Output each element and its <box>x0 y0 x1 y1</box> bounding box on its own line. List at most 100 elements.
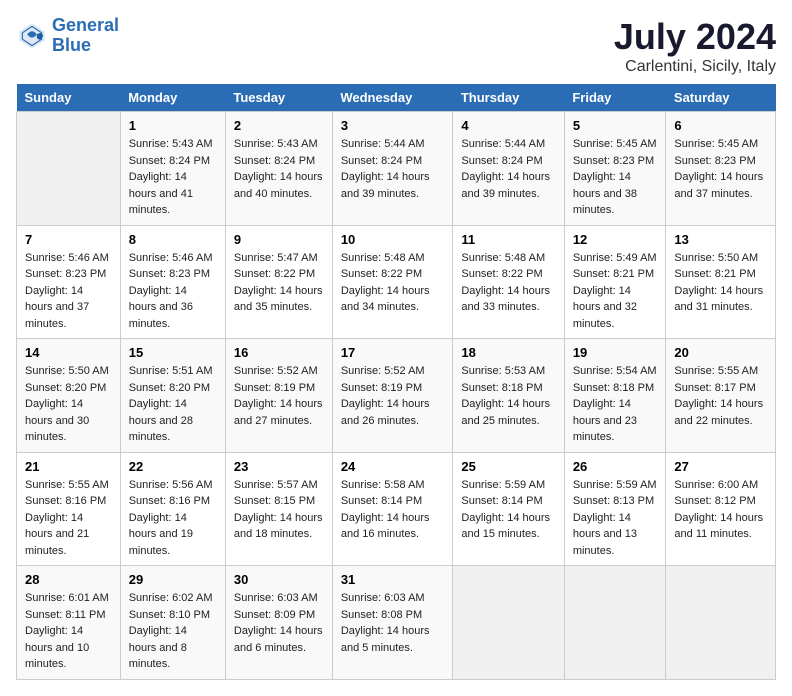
calendar-cell: 19 Sunrise: 5:54 AMSunset: 8:18 PMDayligh… <box>564 339 666 453</box>
calendar-cell: 4 Sunrise: 5:44 AMSunset: 8:24 PMDaylight… <box>453 112 564 226</box>
day-info: Sunrise: 5:53 AMSunset: 8:18 PMDaylight:… <box>461 363 555 429</box>
calendar-cell: 20 Sunrise: 5:55 AMSunset: 8:17 PMDayligh… <box>666 339 776 453</box>
day-info: Sunrise: 6:01 AMSunset: 8:11 PMDaylight:… <box>25 590 112 673</box>
column-header-friday: Friday <box>564 84 666 112</box>
calendar-cell: 26Sunrise: 5:59 AMSunset: 8:13 PMDayligh… <box>564 452 666 566</box>
day-number: 19 <box>573 345 658 360</box>
calendar-cell: 14Sunrise: 5:50 AMSunset: 8:20 PMDayligh… <box>17 339 121 453</box>
day-number: 22 <box>129 459 217 474</box>
calendar-cell: 13 Sunrise: 5:50 AMSunset: 8:21 PMDayligh… <box>666 225 776 339</box>
day-info: Sunrise: 5:49 AMSunset: 8:21 PMDaylight:… <box>573 250 658 333</box>
calendar-cell: 1Sunrise: 5:43 AMSunset: 8:24 PMDaylight… <box>120 112 225 226</box>
day-number: 25 <box>461 459 555 474</box>
calendar-cell: 17 Sunrise: 5:52 AMSunset: 8:19 PMDayligh… <box>332 339 453 453</box>
day-info: Sunrise: 6:00 AMSunset: 8:12 PMDaylight:… <box>674 477 767 543</box>
day-info: Sunrise: 5:56 AMSunset: 8:16 PMDaylight:… <box>129 477 217 560</box>
page-header: General Blue July 2024 Carlentini, Sicil… <box>16 16 776 76</box>
day-info: Sunrise: 5:55 AMSunset: 8:17 PMDaylight:… <box>674 363 767 429</box>
day-number: 4 <box>461 118 555 133</box>
calendar-cell: 10 Sunrise: 5:48 AMSunset: 8:22 PMDayligh… <box>332 225 453 339</box>
logo-text: General Blue <box>52 16 119 56</box>
logo: General Blue <box>16 16 119 56</box>
calendar-cell: 28 Sunrise: 6:01 AMSunset: 8:11 PMDayligh… <box>17 566 121 680</box>
calendar-cell: 16Sunrise: 5:52 AMSunset: 8:19 PMDayligh… <box>225 339 332 453</box>
day-info: Sunrise: 5:46 AMSunset: 8:23 PMDaylight:… <box>25 250 112 333</box>
calendar-cell: 2 Sunrise: 5:43 AMSunset: 8:24 PMDaylight… <box>225 112 332 226</box>
calendar-cell <box>453 566 564 680</box>
title-block: July 2024 Carlentini, Sicily, Italy <box>614 16 776 76</box>
calendar-cell: 9 Sunrise: 5:47 AMSunset: 8:22 PMDaylight… <box>225 225 332 339</box>
day-info: Sunrise: 5:44 AMSunset: 8:24 PMDaylight:… <box>461 136 555 202</box>
calendar-cell: 18Sunrise: 5:53 AMSunset: 8:18 PMDayligh… <box>453 339 564 453</box>
calendar-cell: 30 Sunrise: 6:03 AMSunset: 8:09 PMDayligh… <box>225 566 332 680</box>
day-number: 9 <box>234 232 324 247</box>
day-info: Sunrise: 5:43 AMSunset: 8:24 PMDaylight:… <box>234 136 324 202</box>
calendar-cell: 29Sunrise: 6:02 AMSunset: 8:10 PMDayligh… <box>120 566 225 680</box>
column-header-tuesday: Tuesday <box>225 84 332 112</box>
column-header-saturday: Saturday <box>666 84 776 112</box>
main-title: July 2024 <box>614 16 776 58</box>
day-number: 21 <box>25 459 112 474</box>
day-number: 3 <box>341 118 445 133</box>
column-header-thursday: Thursday <box>453 84 564 112</box>
day-info: Sunrise: 5:43 AMSunset: 8:24 PMDaylight:… <box>129 136 217 219</box>
day-number: 10 <box>341 232 445 247</box>
calendar-cell: 12Sunrise: 5:49 AMSunset: 8:21 PMDayligh… <box>564 225 666 339</box>
day-number: 8 <box>129 232 217 247</box>
day-info: Sunrise: 5:58 AMSunset: 8:14 PMDaylight:… <box>341 477 445 543</box>
day-number: 28 <box>25 572 112 587</box>
day-info: Sunrise: 5:55 AMSunset: 8:16 PMDaylight:… <box>25 477 112 560</box>
calendar-cell: 25Sunrise: 5:59 AMSunset: 8:14 PMDayligh… <box>453 452 564 566</box>
day-number: 5 <box>573 118 658 133</box>
day-number: 15 <box>129 345 217 360</box>
calendar-cell: 3 Sunrise: 5:44 AMSunset: 8:24 PMDaylight… <box>332 112 453 226</box>
calendar-cell: 15 Sunrise: 5:51 AMSunset: 8:20 PMDayligh… <box>120 339 225 453</box>
calendar-week-2: 7Sunrise: 5:46 AMSunset: 8:23 PMDaylight… <box>17 225 776 339</box>
calendar-cell: 23Sunrise: 5:57 AMSunset: 8:15 PMDayligh… <box>225 452 332 566</box>
calendar-cell: 11Sunrise: 5:48 AMSunset: 8:22 PMDayligh… <box>453 225 564 339</box>
calendar-table: SundayMondayTuesdayWednesdayThursdayFrid… <box>16 84 776 680</box>
calendar-week-5: 28 Sunrise: 6:01 AMSunset: 8:11 PMDayligh… <box>17 566 776 680</box>
day-number: 16 <box>234 345 324 360</box>
day-info: Sunrise: 5:50 AMSunset: 8:21 PMDaylight:… <box>674 250 767 316</box>
calendar-cell: 24 Sunrise: 5:58 AMSunset: 8:14 PMDayligh… <box>332 452 453 566</box>
calendar-cell: 7Sunrise: 5:46 AMSunset: 8:23 PMDaylight… <box>17 225 121 339</box>
day-number: 20 <box>674 345 767 360</box>
day-number: 23 <box>234 459 324 474</box>
calendar-cell: 8Sunrise: 5:46 AMSunset: 8:23 PMDaylight… <box>120 225 225 339</box>
day-info: Sunrise: 6:03 AMSunset: 8:08 PMDaylight:… <box>341 590 445 656</box>
calendar-header-row: SundayMondayTuesdayWednesdayThursdayFrid… <box>17 84 776 112</box>
day-number: 24 <box>341 459 445 474</box>
calendar-cell: 21 Sunrise: 5:55 AMSunset: 8:16 PMDayligh… <box>17 452 121 566</box>
day-info: Sunrise: 5:52 AMSunset: 8:19 PMDaylight:… <box>341 363 445 429</box>
day-info: Sunrise: 5:51 AMSunset: 8:20 PMDaylight:… <box>129 363 217 446</box>
calendar-cell: 31 Sunrise: 6:03 AMSunset: 8:08 PMDayligh… <box>332 566 453 680</box>
calendar-cell <box>17 112 121 226</box>
calendar-week-1: 1Sunrise: 5:43 AMSunset: 8:24 PMDaylight… <box>17 112 776 226</box>
day-info: Sunrise: 5:54 AMSunset: 8:18 PMDaylight:… <box>573 363 658 446</box>
day-info: Sunrise: 5:59 AMSunset: 8:13 PMDaylight:… <box>573 477 658 560</box>
column-header-sunday: Sunday <box>17 84 121 112</box>
day-number: 30 <box>234 572 324 587</box>
logo-icon <box>16 20 48 52</box>
day-number: 31 <box>341 572 445 587</box>
day-number: 27 <box>674 459 767 474</box>
day-number: 13 <box>674 232 767 247</box>
day-info: Sunrise: 5:45 AMSunset: 8:23 PMDaylight:… <box>674 136 767 202</box>
day-info: Sunrise: 6:03 AMSunset: 8:09 PMDaylight:… <box>234 590 324 656</box>
calendar-cell <box>564 566 666 680</box>
day-info: Sunrise: 5:47 AMSunset: 8:22 PMDaylight:… <box>234 250 324 316</box>
day-number: 17 <box>341 345 445 360</box>
day-info: Sunrise: 5:45 AMSunset: 8:23 PMDaylight:… <box>573 136 658 219</box>
calendar-cell: 22 Sunrise: 5:56 AMSunset: 8:16 PMDayligh… <box>120 452 225 566</box>
day-info: Sunrise: 5:48 AMSunset: 8:22 PMDaylight:… <box>341 250 445 316</box>
day-info: Sunrise: 5:50 AMSunset: 8:20 PMDaylight:… <box>25 363 112 446</box>
column-header-wednesday: Wednesday <box>332 84 453 112</box>
day-info: Sunrise: 5:44 AMSunset: 8:24 PMDaylight:… <box>341 136 445 202</box>
calendar-cell <box>666 566 776 680</box>
subtitle: Carlentini, Sicily, Italy <box>614 58 776 76</box>
column-header-monday: Monday <box>120 84 225 112</box>
day-number: 2 <box>234 118 324 133</box>
calendar-cell: 27 Sunrise: 6:00 AMSunset: 8:12 PMDayligh… <box>666 452 776 566</box>
day-number: 29 <box>129 572 217 587</box>
